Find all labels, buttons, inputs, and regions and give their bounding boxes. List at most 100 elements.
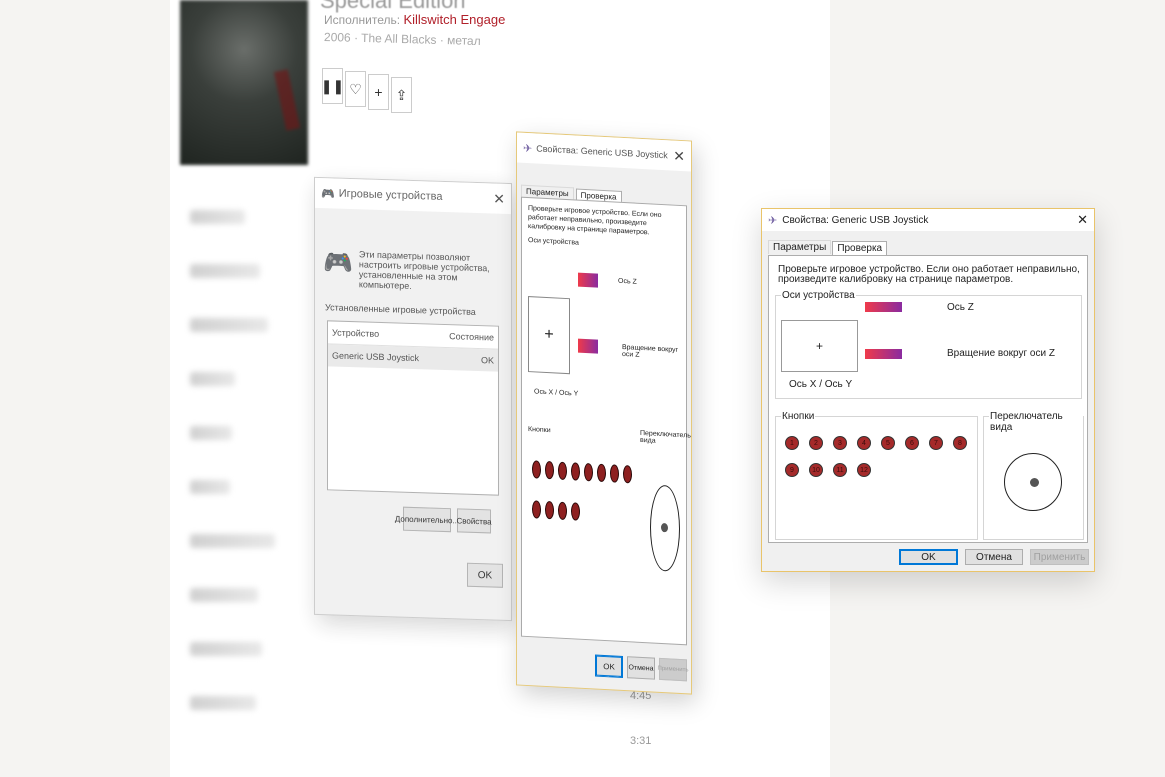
ok-button[interactable]: OK bbox=[467, 562, 503, 588]
axis-rot-z-bar bbox=[578, 338, 598, 354]
joystick-properties-dialog: ✈ Свойства: Generic USB Joystick ✕ Парам… bbox=[761, 208, 1095, 572]
button-indicator-5: 5 bbox=[881, 436, 895, 450]
game-controllers-dialog: 🎮 Игровые устройства ✕ 🎮 Эти параметры п… bbox=[314, 176, 512, 622]
pause-button[interactable]: ❚❚ bbox=[320, 68, 345, 104]
column-device: Устройство bbox=[332, 327, 380, 339]
properties-button[interactable]: Свойства bbox=[456, 508, 492, 534]
button-indicator-preview bbox=[558, 461, 567, 481]
apply-button[interactable]: Применить bbox=[1030, 549, 1089, 565]
buttons-group: Кнопки 1 2 3 4 5 6 7 8 9 10 11 12 bbox=[775, 411, 978, 540]
share-icon: ⇪ bbox=[395, 86, 408, 103]
button-indicator-11: 11 bbox=[833, 463, 847, 477]
tab-settings[interactable]: Параметры bbox=[768, 240, 832, 254]
pause-icon: ❚❚ bbox=[320, 77, 345, 94]
button-indicator-preview bbox=[532, 460, 541, 479]
device-name: Generic USB Joystick bbox=[332, 350, 420, 364]
artist-link[interactable]: Killswitch Engage bbox=[403, 12, 505, 27]
button-indicator-8: 8 bbox=[953, 436, 967, 450]
tab-panel: Проверьте игровое устройство. Если оно р… bbox=[521, 196, 691, 646]
share-button[interactable]: ⇪ bbox=[391, 77, 412, 113]
button-indicator-4: 4 bbox=[857, 436, 871, 450]
axis-rot-z-label: Вращение вокруг оси Z bbox=[947, 348, 1055, 359]
track-item[interactable] bbox=[190, 534, 275, 548]
buttons-group-label: Кнопки bbox=[781, 411, 816, 422]
devices-list[interactable]: Устройство Состояние Generic USB Joystic… bbox=[327, 320, 499, 496]
crosshair-icon: + bbox=[815, 339, 823, 353]
pov-group-label: Переключатель вида bbox=[989, 411, 1083, 433]
button-indicator-7: 7 bbox=[929, 436, 943, 450]
button-indicator-6: 6 bbox=[905, 436, 919, 450]
button-indicator-10: 10 bbox=[809, 463, 823, 477]
cancel-button[interactable]: Отмена bbox=[627, 656, 655, 680]
button-indicator-preview bbox=[558, 501, 567, 521]
advanced-button[interactable]: Дополнительно... bbox=[395, 506, 459, 533]
dialog-title: Игровые устройства bbox=[338, 187, 443, 203]
dialog-titlebar: ✈ Свойства: Generic USB Joystick ✕ bbox=[762, 209, 1094, 231]
button-indicator-12: 12 bbox=[857, 463, 871, 477]
axes-group-label: Оси устройства bbox=[781, 290, 856, 301]
plus-icon: + bbox=[374, 84, 383, 100]
tab-panel: Проверьте игровое устройство. Если оно р… bbox=[768, 255, 1088, 543]
button-indicator-3: 3 bbox=[833, 436, 847, 450]
pov-circle bbox=[1004, 453, 1062, 511]
track-item[interactable] bbox=[190, 642, 262, 656]
close-icon[interactable]: ✕ bbox=[1077, 212, 1088, 228]
track-item[interactable] bbox=[190, 588, 258, 602]
track-item[interactable] bbox=[190, 264, 260, 278]
table-row[interactable]: Generic USB Joystick OK bbox=[328, 344, 498, 372]
pov-group: Переключатель вида bbox=[983, 411, 1084, 540]
axis-rot-z-label: Вращение вокруг оси Z bbox=[622, 343, 679, 359]
button-indicator-preview bbox=[597, 463, 606, 483]
joystick-properties-preview: ✈ Свойства: Generic USB Joystick ✕ Парам… bbox=[516, 131, 692, 695]
dialog-title: Свойства: Generic USB Joystick bbox=[536, 143, 668, 161]
track-list bbox=[190, 210, 300, 750]
cancel-button[interactable]: Отмена bbox=[965, 549, 1023, 565]
axis-xy-label: Ось X / Ось Y bbox=[789, 379, 853, 390]
axis-xy-label: Ось X / Ось Y bbox=[534, 388, 579, 398]
ok-button[interactable]: OK bbox=[899, 549, 958, 565]
track-actions: ❚❚ ♡ + ⇪ bbox=[320, 68, 412, 113]
track-duration: 3:31 bbox=[630, 735, 652, 747]
button-indicator-9: 9 bbox=[785, 463, 799, 477]
button-indicator-preview bbox=[584, 462, 593, 482]
device-status: OK bbox=[480, 355, 494, 366]
button-indicator-1: 1 bbox=[785, 436, 799, 450]
tab-strip: Параметры Проверка bbox=[762, 231, 1094, 255]
button-indicator-2: 2 bbox=[809, 436, 823, 450]
pov-group-label: Переключатель вида bbox=[640, 429, 691, 445]
button-indicator-preview bbox=[571, 502, 580, 521]
joystick-icon: ✈ bbox=[768, 214, 778, 227]
heart-icon: ♡ bbox=[349, 80, 362, 97]
gamepad-icon: 🎮 bbox=[323, 249, 353, 278]
axis-rot-z-bar bbox=[865, 349, 902, 359]
buttons-group-label: Кнопки bbox=[528, 426, 551, 435]
track-item[interactable] bbox=[190, 372, 235, 386]
joystick-icon: ✈ bbox=[523, 142, 533, 155]
artist-prefix: Исполнитель: bbox=[324, 13, 401, 27]
album-cover[interactable] bbox=[180, 0, 308, 165]
button-indicator-preview bbox=[545, 460, 554, 480]
track-item[interactable] bbox=[190, 480, 230, 494]
axis-z-label: Ось Z bbox=[947, 302, 974, 313]
button-indicator-preview bbox=[623, 464, 632, 484]
track-item[interactable] bbox=[190, 210, 245, 224]
axes-group: Оси устройства + Ось X / Ось Y Ось Z Вра… bbox=[775, 290, 1082, 399]
dialog-description: Эти параметры позволяют настроить игровы… bbox=[358, 249, 490, 291]
add-button[interactable]: + bbox=[368, 74, 389, 110]
gamepad-icon: 🎮 bbox=[321, 187, 335, 201]
like-button[interactable]: ♡ bbox=[345, 71, 366, 107]
button-indicator-preview bbox=[571, 462, 580, 481]
dialog-title: Свойства: Generic USB Joystick bbox=[782, 214, 929, 226]
close-icon[interactable]: ✕ bbox=[493, 190, 505, 207]
track-item[interactable] bbox=[190, 318, 268, 332]
pov-dot bbox=[661, 522, 668, 533]
button-indicator-preview bbox=[532, 500, 541, 519]
track-item[interactable] bbox=[190, 696, 256, 710]
track-item[interactable] bbox=[190, 426, 232, 440]
tab-test[interactable]: Проверка bbox=[832, 241, 888, 255]
axis-z-bar bbox=[865, 302, 902, 312]
apply-button[interactable]: Применить bbox=[658, 657, 689, 682]
close-icon[interactable]: ✕ bbox=[673, 147, 685, 165]
axis-z-label: Ось Z bbox=[618, 277, 637, 286]
ok-button[interactable]: OK bbox=[595, 654, 623, 678]
